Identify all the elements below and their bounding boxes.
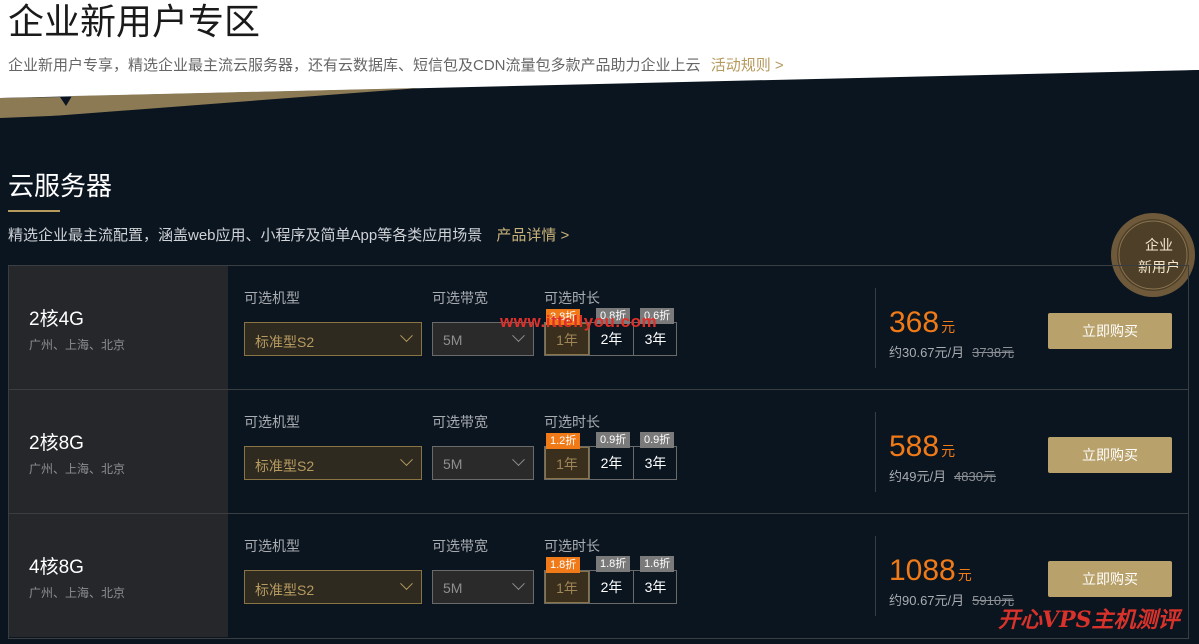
divider (875, 412, 876, 492)
spec-cell: 4核8G 广州、上海、北京 (9, 514, 228, 637)
price-sub: 约49元/月 4830元 (889, 466, 996, 485)
duration-option-1yr[interactable]: 1.2折 1年 (545, 433, 589, 479)
discount-tag: 1.6折 (640, 556, 675, 572)
spec-cell: 2核4G 广州、上海、北京 (9, 266, 228, 389)
duration-option-label: 1年 (556, 456, 578, 472)
model-select[interactable]: 标准型S2 (244, 446, 422, 480)
chevron-down-icon (400, 577, 413, 591)
spec-regions: 广州、上海、北京 (29, 586, 126, 600)
model-select[interactable]: 标准型S2 (244, 570, 422, 604)
divider (875, 536, 876, 616)
site-watermark: www.ittellyou.com (500, 312, 658, 331)
monthly-price: 约49元/月 (889, 469, 947, 484)
spec-title: 4核8G (29, 557, 84, 578)
duration-option-label: 2年 (600, 455, 623, 471)
divider (875, 288, 876, 368)
badge-line1: 企业 (1145, 237, 1173, 253)
page-title: 企业新用户专区 (8, 1, 261, 42)
model-label: 可选机型 (244, 290, 300, 306)
duration-option-label: 1年 (556, 332, 578, 348)
brand-watermark: 开心VPS主机测评 (998, 607, 1180, 633)
model-value: 标准型S2 (255, 582, 315, 598)
discount-tag: 1.8折 (546, 557, 581, 573)
duration-label: 可选时长 (544, 290, 600, 306)
buy-now-button[interactable]: 立即购买 (1048, 313, 1172, 349)
section-title: 云服务器 (8, 171, 113, 201)
bandwidth-label: 可选带宽 (432, 414, 488, 430)
price-unit: 元 (941, 443, 956, 459)
bandwidth-value: 5M (443, 580, 463, 596)
duration-option-label: 2年 (600, 331, 623, 347)
section-underline (8, 210, 60, 212)
bandwidth-label: 可选带宽 (432, 290, 488, 306)
original-price: 4830元 (954, 469, 996, 484)
spec-regions: 广州、上海、北京 (29, 462, 126, 476)
discount-tag: 0.9折 (640, 432, 675, 448)
chevron-down-icon (512, 577, 525, 591)
duration-option-label: 1年 (556, 580, 578, 596)
discount-tag: 1.2折 (546, 433, 581, 449)
duration-option-3yr[interactable]: 0.9折 3年 (633, 432, 677, 479)
section-description: 精选企业最主流配置，涵盖web应用、小程序及简单App等各类应用场景 产品详情 … (8, 224, 569, 245)
duration-options: 1.8折 1年 1.8折 2年 1.6折 3年 (544, 556, 677, 604)
price-sub: 约30.67元/月 3738元 (889, 342, 1014, 361)
price: 1088 元 (889, 554, 972, 588)
spec-title: 2核4G (29, 309, 84, 330)
discount-tag: 1.8折 (596, 556, 631, 572)
duration-option-label: 3年 (644, 331, 667, 347)
model-label: 可选机型 (244, 414, 300, 430)
monthly-price: 约30.67元/月 (889, 345, 965, 360)
model-value: 标准型S2 (255, 458, 315, 474)
model-select[interactable]: 标准型S2 (244, 322, 422, 356)
price-value: 368 (889, 306, 940, 339)
price-unit: 元 (957, 567, 972, 583)
price: 368 元 (889, 306, 955, 340)
model-value: 标准型S2 (255, 334, 315, 350)
spec-title: 2核8G (29, 433, 84, 454)
chevron-down-icon (400, 329, 413, 343)
price-sub: 约90.67元/月 5910元 (889, 590, 1014, 609)
duration-options: 1.2折 1年 0.9折 2年 0.9折 3年 (544, 432, 677, 480)
price-value: 588 (889, 430, 940, 463)
price-unit: 元 (941, 319, 956, 335)
bandwidth-select[interactable]: 5M (432, 570, 534, 604)
duration-label: 可选时长 (544, 414, 600, 430)
product-details-link[interactable]: 产品详情 > (496, 227, 569, 244)
bandwidth-value: 5M (443, 456, 463, 472)
section-desc-text: 精选企业最主流配置，涵盖web应用、小程序及简单App等各类应用场景 (8, 227, 483, 244)
model-label: 可选机型 (244, 538, 300, 554)
bandwidth-value: 5M (443, 332, 463, 348)
product-row: 2核8G 广州、上海、北京 可选机型 可选带宽 可选时长 标准型S2 5M 1.… (9, 390, 1188, 514)
buy-now-button[interactable]: 立即购买 (1048, 561, 1172, 597)
duration-option-label: 3年 (644, 579, 667, 595)
bandwidth-select[interactable]: 5M (432, 446, 534, 480)
monthly-price: 约90.67元/月 (889, 593, 965, 608)
chevron-down-icon (400, 453, 413, 467)
buy-now-button[interactable]: 立即购买 (1048, 437, 1172, 473)
spec-cell: 2核8G 广州、上海、北京 (9, 390, 228, 513)
bandwidth-label: 可选带宽 (432, 538, 488, 554)
price: 588 元 (889, 430, 955, 464)
duration-label: 可选时长 (544, 538, 600, 554)
spec-regions: 广州、上海、北京 (29, 338, 126, 352)
original-price: 3738元 (972, 345, 1015, 360)
chevron-down-icon (512, 453, 525, 467)
discount-tag: 0.9折 (596, 432, 631, 448)
duration-option-label: 3年 (644, 455, 667, 471)
duration-option-label: 2年 (600, 579, 623, 595)
price-value: 1088 (889, 554, 956, 587)
duration-option-3yr[interactable]: 1.6折 3年 (633, 556, 677, 603)
duration-option-2yr[interactable]: 1.8折 2年 (589, 556, 633, 603)
duration-option-1yr[interactable]: 1.8折 1年 (545, 557, 589, 603)
duration-option-2yr[interactable]: 0.9折 2年 (589, 432, 633, 479)
